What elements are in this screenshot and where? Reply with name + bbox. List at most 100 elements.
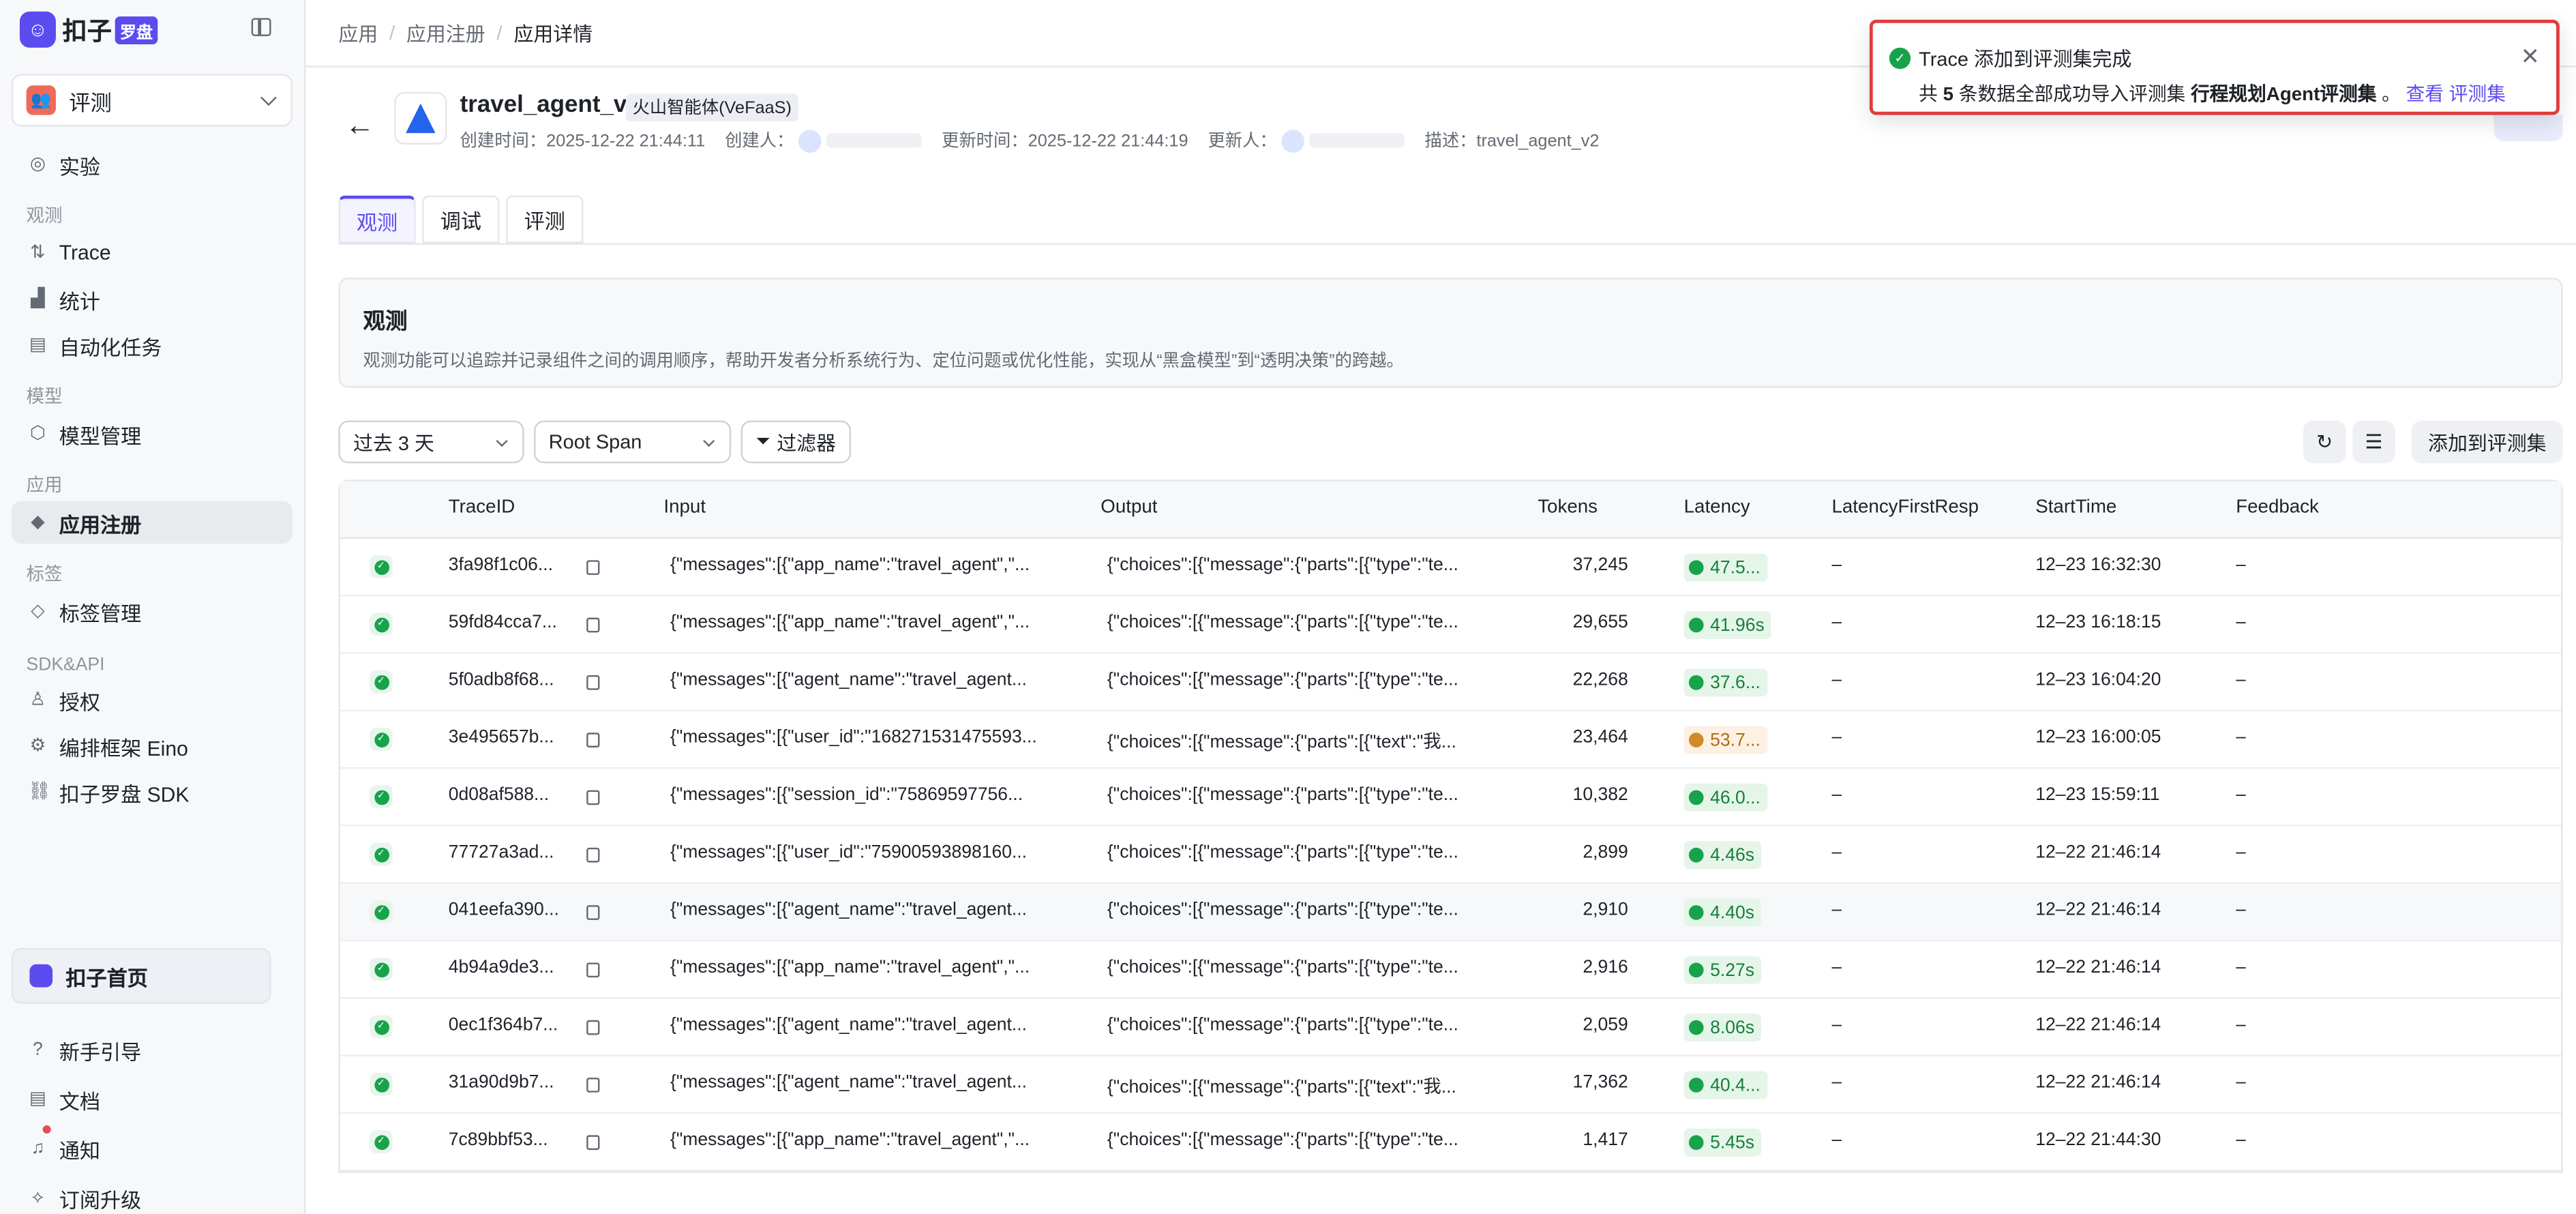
trace-tokens: 10,382 [1572,785,1628,805]
status-success-icon: ✓ [370,670,393,694]
toast-view-link[interactable]: 查看 [2406,85,2444,105]
copy-icon[interactable] [586,560,600,576]
span-type-select[interactable]: Root Span [534,420,732,464]
table-row[interactable]: ✓ 5f0adb8f68... {"messages":[{"agent_name"… [340,654,2562,711]
filter-label: 过滤器 [777,431,836,455]
sidebar-collapse-icon[interactable] [251,18,271,36]
latency-badge: 37.6... [1683,668,1767,697]
sidebar-item-s4-0[interactable]: ♙ 授权 [12,679,293,722]
table-row[interactable]: ✓ 59fd84cca7... {"messages":[{"app_name":"… [340,596,2562,654]
table-row[interactable]: ✓ 0d08af588... {"messages":[{"session_id":… [340,769,2562,827]
edit-button[interactable] [2493,115,2563,142]
latency-value: 37.6... [1710,672,1761,693]
sidebar-item-s0-1[interactable]: ▟ 统计 [12,278,293,321]
copy-icon[interactable] [586,617,600,633]
breadcrumb-item-app[interactable]: 应用 [338,19,378,47]
table-row[interactable]: ✓ 7c89bbf53... {"messages":[{"app_name":"t… [340,1114,2562,1172]
trace-input: {"messages":[{"agent_name":"travel_agent… [670,1015,1027,1035]
status-success-icon: ✓ [370,1015,393,1039]
auth-icon: ♙ [29,690,46,710]
tab-evaluate[interactable]: 评测 [506,195,584,243]
sidebar-item-bottom-1[interactable]: ▤ 文档 [12,1078,294,1121]
column-header-latencyfirstresp: LatencyFirstResp [1831,497,1979,518]
filter-bar: 过去 3 天 Root Span ⏷ 过滤器 [338,420,851,464]
success-dot-icon [1688,1020,1704,1035]
sidebar-item-s4-1[interactable]: ⚙ 编排框架 Eino [12,724,293,767]
refresh-icon[interactable]: ↻ [2303,420,2346,464]
toast-dataset-link[interactable]: 评测集 [2449,85,2506,105]
trace-output: {"choices":[{"message":{"parts":[{"type"… [1107,670,1458,690]
start-time: 12–22 21:46:14 [2035,1015,2161,1035]
copy-icon[interactable] [586,1135,600,1151]
trace-output: {"choices":[{"message":{"parts":[{"text"… [1107,1078,1456,1098]
copy-icon[interactable] [586,790,600,805]
tab-debug[interactable]: 调试 [422,195,500,243]
sidebar-item-top-0[interactable]: ◎ 实验 [12,143,293,186]
sidebar-item-s2-0[interactable]: ◆ 应用注册 [11,501,293,544]
updater-avatar [1281,129,1305,152]
trace-input: {"messages":[{"app_name":"travel_agent",… [670,958,1030,978]
copy-icon[interactable] [586,905,600,920]
copy-icon[interactable] [586,847,600,863]
table-row[interactable]: ✓ 3fa98f1c06... {"messages":[{"app_name":"… [340,539,2562,597]
app-name: travel_agent_v2 [460,91,640,119]
observe-intro: 观测 观测功能可以追踪并记录组件之间的调用顺序，帮助开发者分析系统行为、定位问题… [338,278,2563,388]
table-row[interactable]: ✓ 041eefa390... {"messages":[{"agent_name"… [340,883,2562,942]
table-row[interactable]: ✓ 4b94a9de3... {"messages":[{"app_name":"t… [340,941,2562,999]
sidebar-item-s1-0[interactable]: ⬡ 模型管理 [12,413,293,456]
sidebar-item-label: 扣子罗盘 SDK [59,782,190,806]
sidebar-item-label: Trace [59,241,111,265]
latency-value: 40.4... [1710,1075,1761,1095]
latency-first-resp: – [1831,842,1842,863]
latency-badge: 40.4... [1683,1071,1767,1099]
sidebar-item-s0-0[interactable]: ⇅ Trace [12,232,293,275]
table-row[interactable]: ✓ 0ec1f364b7... {"messages":[{"agent_name"… [340,998,2562,1056]
trace-input: {"messages":[{"app_name":"travel_agent",… [670,555,1030,576]
app-header: ← travel_agent_v2 火山智能体(VeFaaS) 创建时间： 202… [338,91,1816,158]
copy-icon[interactable] [586,675,600,690]
sidebar-item-bottom-3[interactable]: ⟡ 订阅升级 [12,1176,294,1214]
trace-tokens: 2,910 [1583,900,1628,920]
chevron-down-icon [703,435,715,447]
table-row[interactable]: ✓ 31a90d9b7... {"messages":[{"agent_name":… [340,1056,2562,1114]
trace-output: {"choices":[{"message":{"parts":[{"type"… [1107,612,1458,633]
latency-first-resp: – [1831,1130,1842,1151]
tab-observe[interactable]: 观测 [338,195,416,243]
latency-first-resp: – [1831,555,1842,576]
trace-id: 3e495657b... [448,728,554,747]
home-button[interactable]: 扣子首页 [11,947,271,1004]
updater-label: 更新人： [1208,131,1277,151]
trace-input: {"messages":[{"agent_name":"travel_agent… [670,900,1027,920]
table-row[interactable]: ✓ 77727a3ad... {"messages":[{"user_id":"75… [340,827,2562,884]
nav-section-title: 标签 [26,565,63,585]
close-icon[interactable]: ✕ [2521,43,2540,71]
add-to-dataset-button[interactable]: 添加到评测集 [2411,420,2563,464]
trace-tokens: 29,655 [1572,612,1628,633]
chart-icon: ▟ [31,288,45,309]
column-settings-icon[interactable]: ☰ [2352,420,2395,464]
help-icon: ? [33,1039,43,1060]
latency-value: 4.40s [1710,902,1755,923]
copy-icon[interactable] [586,1020,600,1035]
table-row[interactable]: ✓ 3e495657b... {"messages":[{"user_id":"16… [340,711,2562,769]
sidebar-item-s0-2[interactable]: ▤ 自动化任务 [12,324,293,367]
copy-icon[interactable] [586,1078,600,1093]
trace-input: {"messages":[{"app_name":"travel_agent",… [670,1130,1030,1151]
feedback: – [2236,842,2246,863]
latency-badge: 47.5... [1683,553,1767,582]
filter-button[interactable]: ⏷ 过滤器 [740,420,851,464]
trace-id: 5f0adb8f68... [448,670,554,690]
sidebar-item-bottom-2[interactable]: ♫ 通知 [12,1127,294,1170]
copy-icon[interactable] [586,962,600,978]
breadcrumb-item-register[interactable]: 应用注册 [406,19,485,47]
column-header-output: Output [1100,497,1158,518]
created-time: 2025-12-22 21:44:11 [546,130,706,151]
sidebar-item-s4-2[interactable]: ⛓ 扣子罗盘 SDK [12,771,293,814]
workspace-selector[interactable]: 👥 评测 [11,74,293,127]
latency-value: 47.5... [1710,557,1761,578]
sidebar-item-s3-0[interactable]: ◇ 标签管理 [12,590,293,633]
copy-icon[interactable] [586,732,600,747]
back-arrow-icon[interactable]: ← [345,108,374,143]
sidebar-item-bottom-0[interactable]: ? 新手引导 [12,1028,294,1071]
time-range-select[interactable]: 过去 3 天 [338,420,524,464]
